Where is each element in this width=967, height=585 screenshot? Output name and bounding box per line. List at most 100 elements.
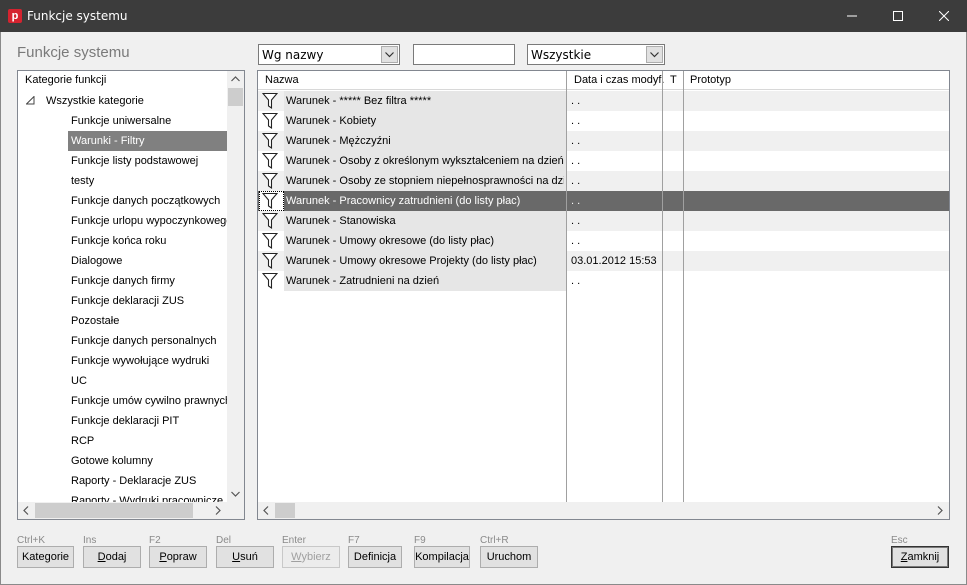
- close-icon: [939, 11, 949, 21]
- table-row[interactable]: Warunek - Pracownicy zatrudnieni (do lis…: [258, 191, 949, 211]
- filter-dropdown-button[interactable]: [646, 46, 663, 63]
- tree-horizontal-scrollbar[interactable]: [18, 502, 227, 519]
- tree-item[interactable]: Warunki - Filtry: [18, 131, 228, 151]
- tree-item[interactable]: Funkcje urlopu wypoczynkowego: [18, 211, 228, 231]
- category-tree[interactable]: Kategorie funkcji Wszystkie kategorie Fu…: [17, 70, 245, 520]
- row-name: Warunek - Osoby ze stopniem niepełnospra…: [286, 175, 564, 187]
- table-row[interactable]: Warunek - Stanowiska . .: [258, 211, 949, 231]
- chevron-up-icon: [231, 76, 240, 82]
- scroll-up-button[interactable]: [227, 71, 244, 88]
- table-row[interactable]: Warunek - Osoby z określonym wykształcen…: [258, 151, 949, 171]
- tree-item[interactable]: Funkcje danych firmy: [18, 271, 228, 291]
- scroll-right-button[interactable]: [210, 502, 227, 519]
- table-row[interactable]: Warunek - Mężczyźni . .: [258, 131, 949, 151]
- row-modified: . .: [571, 215, 581, 227]
- uruchom-button[interactable]: Uruchom: [480, 546, 538, 568]
- button-label: Kategorie: [21, 551, 70, 563]
- filter-funnel-icon: [261, 272, 279, 293]
- popraw-button[interactable]: Popraw: [149, 546, 207, 568]
- tree-item-label: Funkcje danych początkowych: [71, 195, 221, 207]
- row-modified: . .: [571, 135, 581, 147]
- tree-item-label: Funkcje danych personalnych: [71, 335, 217, 347]
- tree-item[interactable]: Funkcje listy podstawowej: [18, 151, 228, 171]
- tree-item[interactable]: Funkcje danych personalnych: [18, 331, 228, 351]
- button-label: Definicja: [353, 551, 397, 563]
- tree-item[interactable]: Funkcje umów cywilno prawnych: [18, 391, 228, 411]
- dodaj-button[interactable]: Dodaj: [83, 546, 141, 568]
- tree-item[interactable]: Funkcje danych początkowych: [18, 191, 228, 211]
- tree-item[interactable]: Funkcje wywołujące wydruki: [18, 351, 228, 371]
- scroll-down-button[interactable]: [227, 486, 244, 503]
- filter-select[interactable]: Wszystkie: [527, 44, 665, 65]
- definicja-button[interactable]: Definicja: [348, 546, 402, 568]
- tree-expanded-icon[interactable]: [26, 96, 35, 105]
- tree-item[interactable]: Funkcje końca roku: [18, 231, 228, 251]
- scroll-thumb[interactable]: [275, 503, 295, 518]
- grid-horizontal-scrollbar[interactable]: [258, 502, 949, 519]
- minimize-button[interactable]: [829, 0, 875, 32]
- zamknij-button[interactable]: Zamknij: [891, 546, 949, 568]
- search-input[interactable]: [413, 44, 515, 65]
- row-modified: . .: [571, 155, 581, 167]
- functions-grid[interactable]: Nazwa Data i czas modyf. T Prototyp Waru…: [257, 70, 950, 520]
- sort-select[interactable]: Wg nazwy: [258, 44, 400, 65]
- tree-item[interactable]: testy: [18, 171, 228, 191]
- tree-item-label: UC: [71, 375, 87, 387]
- kategorie-button[interactable]: Kategorie: [17, 546, 74, 568]
- tree-item[interactable]: Funkcje uniwersalne: [18, 111, 228, 131]
- sort-dropdown-button[interactable]: [381, 46, 398, 63]
- row-name: Warunek - Kobiety: [286, 115, 377, 127]
- tree-item[interactable]: Raporty - Deklaracje ZUS: [18, 471, 228, 491]
- usuń-button[interactable]: Usuń: [216, 546, 274, 568]
- tree-item-label: Funkcje deklaracji ZUS: [71, 295, 185, 307]
- tree-item[interactable]: Pozostałe: [18, 311, 228, 331]
- tree-item[interactable]: UC: [18, 371, 228, 391]
- scroll-right-button[interactable]: [932, 502, 949, 519]
- table-row[interactable]: Warunek - Umowy okresowe Projekty (do li…: [258, 251, 949, 271]
- tree-item-label: Gotowe kolumny: [71, 455, 153, 467]
- tree-vertical-scrollbar[interactable]: [227, 71, 244, 503]
- tree-item-label: Funkcje deklaracji PIT: [71, 415, 180, 427]
- scroll-left-button[interactable]: [258, 502, 275, 519]
- filter-funnel-icon: [261, 152, 279, 173]
- tree-item-label: Funkcje uniwersalne: [71, 115, 172, 127]
- tree-item-label: Funkcje wywołujące wydruki: [71, 355, 210, 367]
- row-name: Warunek - Pracownicy zatrudnieni (do lis…: [286, 195, 521, 207]
- column-divider: [566, 71, 567, 502]
- button-label: Kompilacja: [415, 551, 469, 563]
- column-header-name[interactable]: Nazwa: [265, 74, 299, 86]
- tree-item[interactable]: Funkcje deklaracji PIT: [18, 411, 228, 431]
- table-row[interactable]: Warunek - Osoby ze stopniem niepełnospra…: [258, 171, 949, 191]
- row-modified: . .: [571, 175, 581, 187]
- row-name: Warunek - Umowy okresowe Projekty (do li…: [286, 255, 537, 267]
- scroll-thumb[interactable]: [35, 503, 193, 518]
- column-header-type[interactable]: T: [670, 74, 677, 86]
- table-row[interactable]: Warunek - Zatrudnieni na dzień . .: [258, 271, 949, 291]
- shortcut-hint: Enter: [282, 535, 306, 546]
- wybierz-button[interactable]: Wybierz: [282, 546, 340, 568]
- tree-root-item[interactable]: Wszystkie kategorie: [18, 91, 228, 111]
- scroll-thumb[interactable]: [228, 88, 243, 106]
- scroll-left-button[interactable]: [18, 502, 35, 519]
- tree-item-label: Funkcje urlopu wypoczynkowego: [71, 215, 228, 227]
- close-button[interactable]: [921, 0, 967, 32]
- kompilacja-button[interactable]: Kompilacja: [414, 546, 470, 568]
- shortcut-hint: Esc: [891, 535, 908, 546]
- tree-item[interactable]: Dialogowe: [18, 251, 228, 271]
- tree-list: Wszystkie kategorie Funkcje uniwersalne W…: [18, 91, 228, 503]
- filter-funnel-icon: [261, 92, 279, 113]
- column-header-modified[interactable]: Data i czas modyf.: [574, 74, 664, 86]
- tree-item[interactable]: RCP: [18, 431, 228, 451]
- table-row[interactable]: Warunek - ***** Bez filtra ***** . .: [258, 91, 949, 111]
- shortcut-hint: F9: [414, 535, 426, 546]
- filter-funnel-icon: [261, 132, 279, 153]
- table-row[interactable]: Warunek - Umowy okresowe (do listy płac)…: [258, 231, 949, 251]
- tree-item[interactable]: Gotowe kolumny: [18, 451, 228, 471]
- tree-root-label: Wszystkie kategorie: [46, 95, 144, 107]
- column-header-prototype[interactable]: Prototyp: [690, 74, 731, 86]
- filter-funnel-icon: [261, 212, 279, 233]
- maximize-button[interactable]: [875, 0, 921, 32]
- table-row[interactable]: Warunek - Kobiety . .: [258, 111, 949, 131]
- tree-item[interactable]: Funkcje deklaracji ZUS: [18, 291, 228, 311]
- row-modified: . .: [571, 275, 581, 287]
